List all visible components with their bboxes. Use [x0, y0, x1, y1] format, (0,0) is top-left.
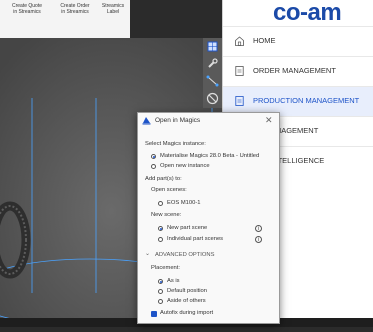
create-order-button[interactable]: Create Order in Streamics	[54, 3, 96, 15]
chevron-down-icon[interactable]: ⌄	[145, 251, 150, 258]
open-scene-option-label: EOS M100-1	[167, 200, 201, 206]
instance-option-label: Open new instance	[160, 163, 210, 169]
select-instance-label: Select Magics instance:	[145, 141, 206, 147]
placement-default-radio[interactable]	[158, 289, 163, 294]
instance-radio-current[interactable]	[151, 154, 156, 159]
placement-option-label: Default position	[167, 288, 207, 294]
document-icon	[235, 66, 244, 76]
measure-icon[interactable]	[206, 74, 219, 87]
new-part-scene-radio[interactable]	[158, 226, 163, 231]
placement-option-label: As is	[167, 278, 180, 284]
sidebar-item-label: PRODUCTION MANAGEMENT	[253, 96, 360, 105]
sidebar-item-label: HOME	[253, 36, 276, 45]
sidebar-item-order-management[interactable]: ORDER MANAGEMENT	[223, 56, 373, 86]
info-icon[interactable]: i	[255, 236, 262, 243]
ribbon-toolbar: Create Quote in Streamics Create Order i…	[0, 0, 130, 39]
co-am-logo: co-am	[273, 0, 342, 26]
instance-option-label: Materialise Magics 28.0 Beta - Untitled	[160, 153, 260, 159]
sidebar-item-label: ORDER MANAGEMENT	[253, 66, 336, 75]
instance-radio-new[interactable]	[151, 164, 156, 169]
dialog-title-bar[interactable]: Open in Magics ✕	[138, 113, 279, 129]
cube-view-icon[interactable]	[206, 40, 219, 53]
close-icon[interactable]: ✕	[265, 115, 273, 126]
new-scene-option-label: New part scene	[167, 225, 208, 231]
advanced-options-toggle[interactable]: ADVANCED OPTIONS	[155, 252, 214, 259]
no-entry-icon[interactable]	[206, 92, 219, 105]
placement-option-label: Aside of others	[167, 298, 206, 304]
home-icon	[235, 36, 244, 46]
placement-aside-radio[interactable]	[158, 299, 163, 304]
viewport-toolstrip	[203, 38, 222, 108]
placement-label: Placement:	[151, 265, 180, 271]
new-scene-option-label: Individual part scenes	[167, 236, 224, 242]
info-icon[interactable]: i	[255, 225, 262, 232]
document-icon	[235, 96, 244, 106]
add-parts-label: Add part(s) to:	[145, 176, 182, 182]
open-in-magics-dialog: Open in Magics ✕ Select Magics instance:…	[137, 112, 280, 324]
new-scene-label: New scene:	[151, 212, 182, 218]
create-quote-button[interactable]: Create Quote in Streamics	[6, 3, 48, 15]
sidebar-item-home[interactable]: HOME	[223, 26, 373, 56]
magics-logo-icon	[142, 117, 151, 125]
open-scene-radio[interactable]	[158, 201, 163, 206]
placement-as-is-radio[interactable]	[158, 279, 163, 284]
dialog-title: Open in Magics	[155, 117, 201, 124]
streamics-label-button[interactable]: Streamics Label	[98, 3, 128, 15]
autofix-checkbox[interactable]	[151, 311, 157, 317]
open-scenes-label: Open scenes:	[151, 187, 187, 193]
autofix-label: Autofix during import	[160, 310, 214, 316]
wrench-icon[interactable]	[206, 57, 219, 70]
individual-part-scenes-radio[interactable]	[158, 237, 163, 242]
